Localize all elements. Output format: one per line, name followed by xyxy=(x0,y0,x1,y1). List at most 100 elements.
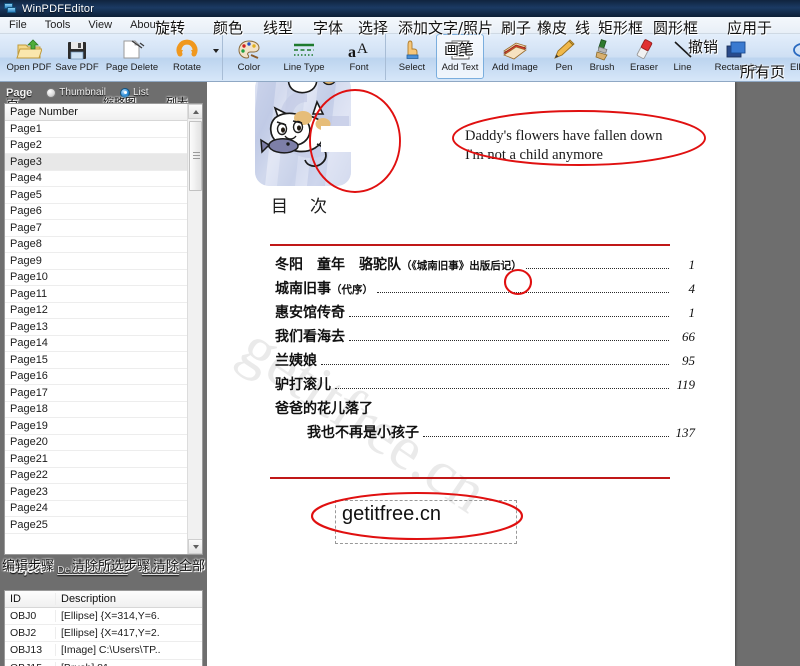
toc-entry: 城南旧事 （代序） 4 xyxy=(275,278,695,302)
application-window: WinPDFEditor File Tools View About Open … xyxy=(0,0,800,666)
page-list-item[interactable]: Page1 xyxy=(5,121,202,138)
line-label: Line xyxy=(673,62,692,73)
cat-with-fish-image[interactable] xyxy=(255,82,351,186)
object-list[interactable]: ID Description OBJ0 [Ellipse] {X=314,Y=6.… xyxy=(4,590,203,666)
page-list-item[interactable]: Page10 xyxy=(5,269,202,286)
thumbnail-radio-icon[interactable] xyxy=(46,87,57,98)
object-id: OBJ13 xyxy=(10,644,43,657)
save-pdf-button[interactable]: Save PDF xyxy=(53,34,101,79)
page-list-scrollbar[interactable] xyxy=(187,104,202,554)
page-list-item[interactable]: Page24 xyxy=(5,500,202,517)
line-type-button[interactable]: Line Type xyxy=(273,34,335,79)
object-column-id: ID xyxy=(10,593,21,605)
svg-text:a: a xyxy=(348,44,356,61)
object-list-item[interactable]: OBJ0 [Ellipse] {X=314,Y=6... xyxy=(5,608,202,626)
toc-leader-dots xyxy=(423,436,669,437)
page-list-item[interactable]: Page25 xyxy=(5,517,202,534)
page-list-item[interactable]: Page7 xyxy=(5,220,202,237)
line-button[interactable]: Line xyxy=(666,34,699,79)
menu-item-about[interactable]: About xyxy=(121,17,168,33)
palette-icon xyxy=(236,38,262,62)
object-list-item[interactable]: OBJ13 [Image] C:\Users\TP... xyxy=(5,642,202,660)
annotation-text-line1: Daddy's flowers have fallen down xyxy=(465,128,663,144)
list-radio-option[interactable]: List xyxy=(120,87,149,98)
page-panel-header: Page Thumbnail List xyxy=(0,82,207,103)
menu-item-view[interactable]: View xyxy=(79,17,121,33)
page-list-item[interactable]: Page11 xyxy=(5,286,202,303)
page-list-item[interactable]: Page3 xyxy=(5,154,202,171)
rectangle-button[interactable]: Rectangle xyxy=(699,34,773,79)
text-object-box[interactable]: getitfree.cn xyxy=(335,500,517,544)
page-list-item[interactable]: Page17 xyxy=(5,385,202,402)
clear-all-link[interactable]: Clear All xyxy=(142,565,179,576)
page-list-item[interactable]: Page6 xyxy=(5,203,202,220)
page-list-scroll-up-button[interactable] xyxy=(188,104,202,119)
page-list-item[interactable]: Page14 xyxy=(5,335,202,352)
page-delete-button[interactable]: Page Delete xyxy=(101,34,163,79)
title-bar: WinPDFEditor xyxy=(0,0,800,17)
delete-selected-link[interactable]: Delete Selected xyxy=(57,565,128,576)
menu-item-tools[interactable]: Tools xyxy=(36,17,80,33)
brush-label: Brush xyxy=(589,62,615,73)
cat-illustration-svg xyxy=(255,82,351,186)
open-pdf-button[interactable]: Open PDF xyxy=(5,34,53,79)
page-list-item[interactable]: Page4 xyxy=(5,170,202,187)
brush-button[interactable]: Brush xyxy=(582,34,622,79)
page-list-item[interactable]: Page19 xyxy=(5,418,202,435)
object-list-item[interactable]: OBJ15[Brush] 81 xyxy=(5,659,202,666)
thumbnail-radio-option[interactable]: Thumbnail xyxy=(46,87,106,98)
ellipse-button[interactable]: Ellipse xyxy=(773,34,800,79)
toc-entry-title: 我们看海去 xyxy=(275,329,345,345)
page-list-item[interactable]: Page22 xyxy=(5,467,202,484)
add-image-button[interactable]: Add Image xyxy=(484,34,546,79)
rotate-dropdown-arrow[interactable] xyxy=(211,34,220,79)
page-list-item[interactable]: Page12 xyxy=(5,302,202,319)
toc-entry-page: 119 xyxy=(676,377,695,392)
page-list-scroll-thumb[interactable] xyxy=(189,121,202,191)
object-id: OBJ2 xyxy=(10,627,37,640)
page-list-item[interactable]: Page9 xyxy=(5,253,202,270)
page-list-item[interactable]: Page8 xyxy=(5,236,202,253)
document-view[interactable]: getitfree.cn 目次 冬阳 童年 骆驼队 （《城南旧事》出版后记） 1… xyxy=(207,82,800,666)
pen-icon xyxy=(551,38,577,62)
page-list-rows[interactable]: Page1 Page2 Page3 Page4 Page5 Page6 Page7 Page8… xyxy=(5,121,202,534)
select-button[interactable]: Select xyxy=(388,34,436,79)
rectangle-label: Rectangle xyxy=(714,62,758,73)
toc-entry-title: 爸爸的花儿落了 xyxy=(275,401,373,417)
annotation-text-line2: I'm not a child anymore xyxy=(465,147,603,163)
add-text-button[interactable]: Add Text xyxy=(436,34,484,79)
list-radio-icon[interactable] xyxy=(120,87,130,98)
page-list[interactable]: Page Number Page1 Page2 Page3 Page4 Page5 Pag… xyxy=(4,103,203,555)
pdf-page[interactable]: getitfree.cn 目次 冬阳 童年 骆驼队 （《城南旧事》出版后记） 1… xyxy=(207,82,735,666)
add-text-icon xyxy=(447,38,473,62)
page-list-item[interactable]: Page5 xyxy=(5,187,202,204)
page-list-item[interactable]: Page13 xyxy=(5,319,202,336)
page-delete-icon xyxy=(119,38,145,62)
page-list-item[interactable]: Page21 xyxy=(5,451,202,468)
text-object-value: getitfree.cn xyxy=(342,503,441,525)
add-image-label: Add Image xyxy=(492,62,538,73)
page-list-item[interactable]: Page16 xyxy=(5,368,202,385)
object-list-item[interactable]: OBJ2 [Ellipse] {X=417,Y=2... xyxy=(5,625,202,643)
page-list-item[interactable]: Page20 xyxy=(5,434,202,451)
object-id: OBJ15 xyxy=(5,662,55,666)
font-icon: a A xyxy=(346,38,372,62)
color-button[interactable]: Color xyxy=(225,34,273,79)
rotate-button[interactable]: Rotate xyxy=(163,34,211,79)
page-list-item[interactable]: Page18 xyxy=(5,401,202,418)
object-list-rows[interactable]: OBJ0 [Ellipse] {X=314,Y=6... OBJ2 [Ellipse]… xyxy=(5,608,202,666)
pen-button[interactable]: Pen xyxy=(546,34,582,79)
toc-entry-title: 冬阳 童年 骆驼队 xyxy=(275,257,401,273)
eraser-button[interactable]: Eraser xyxy=(622,34,666,79)
page-list-item[interactable]: Page23 xyxy=(5,484,202,501)
page-list-scroll-down-button[interactable] xyxy=(188,539,202,554)
page-list-item[interactable]: Page15 xyxy=(5,352,202,369)
line-type-icon xyxy=(291,38,317,62)
page-list-item[interactable]: Page2 xyxy=(5,137,202,154)
font-button[interactable]: a A Font xyxy=(335,34,383,79)
list-radio-label: List xyxy=(133,87,149,98)
floppy-disk-icon xyxy=(64,38,90,62)
menu-item-file[interactable]: File xyxy=(0,17,36,33)
window-title: WinPDFEditor xyxy=(22,2,95,15)
font-label: Font xyxy=(349,62,369,73)
